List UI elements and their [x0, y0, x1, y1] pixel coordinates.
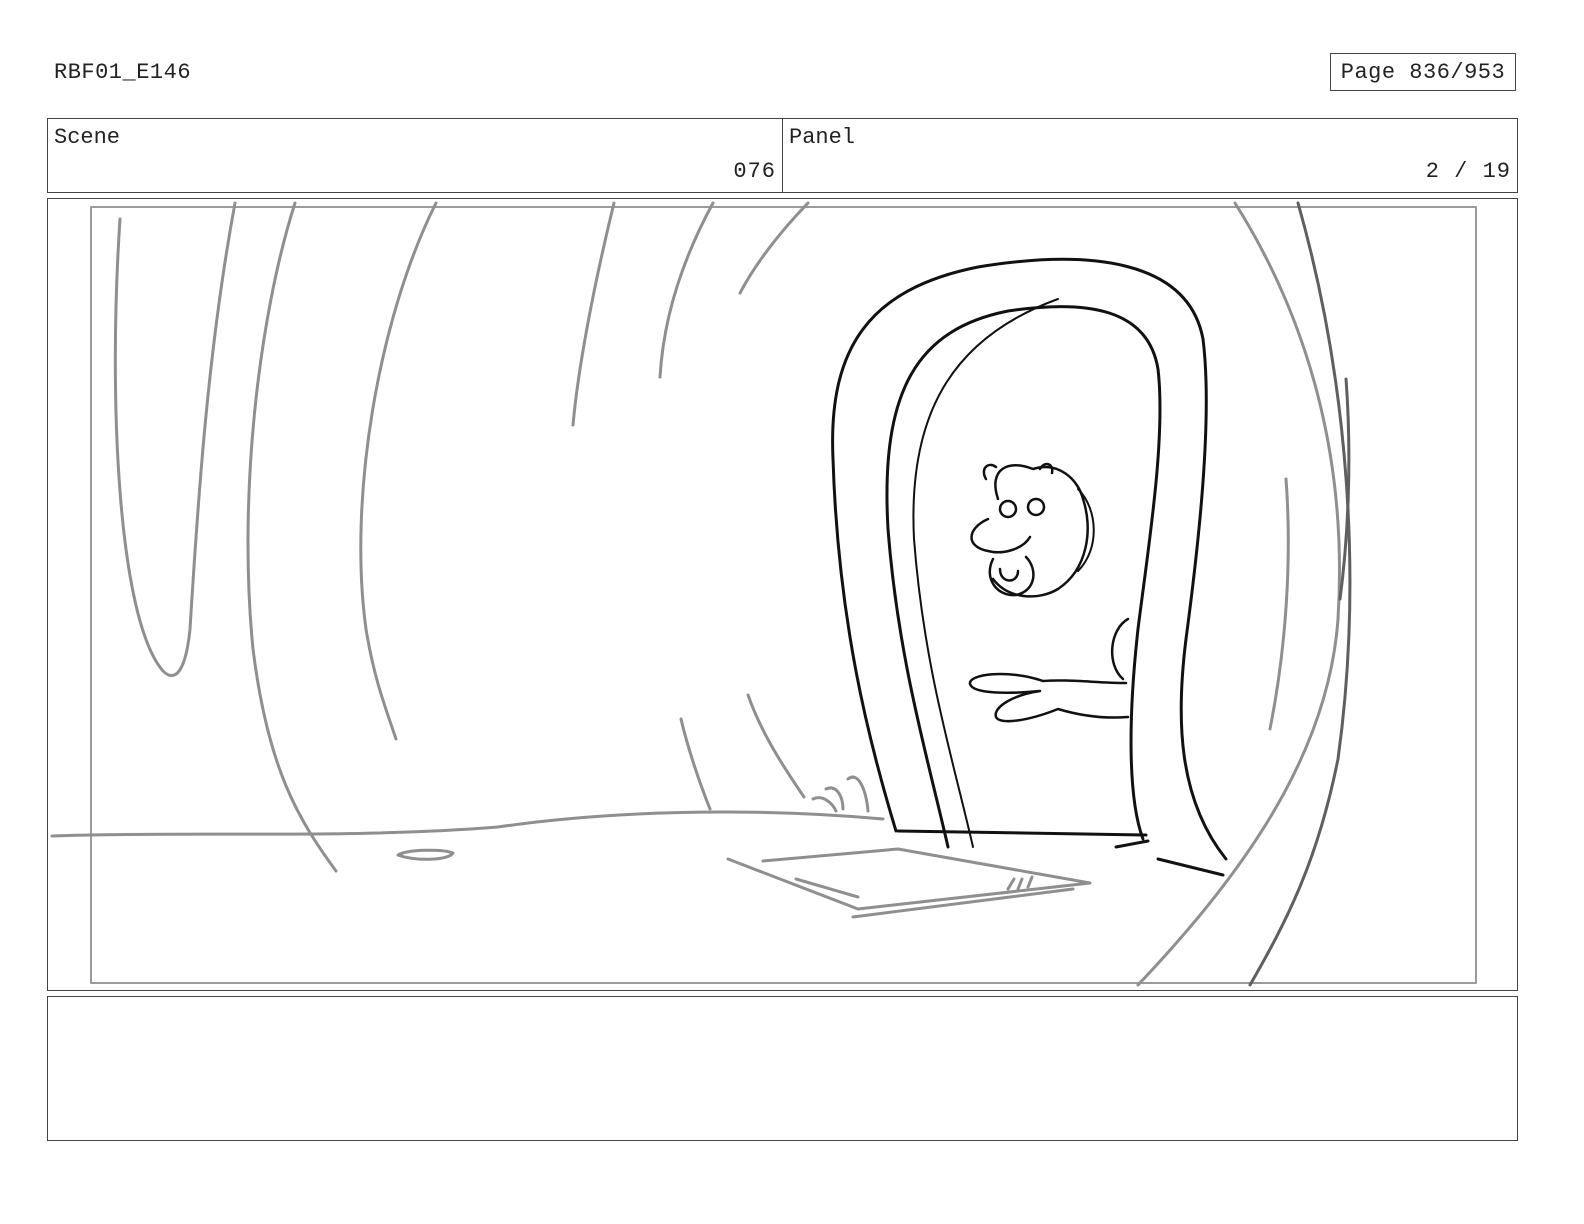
- character-head: [991, 464, 1089, 598]
- door-bottom-right: [1114, 839, 1225, 877]
- panel-cell: Panel 2 / 19: [782, 119, 1517, 192]
- character-shoulder: [1110, 617, 1130, 681]
- character-eye-right: [1026, 497, 1046, 517]
- character-eye-left: [998, 499, 1018, 519]
- character-mouth: [988, 555, 1035, 597]
- trunk-line-8: [746, 693, 806, 799]
- trunk-line-5: [658, 201, 715, 379]
- character-tongue: [998, 567, 1020, 582]
- trunk-line-6: [738, 201, 810, 295]
- document-code: RBF01_E146: [54, 60, 192, 85]
- scene-number: 076: [733, 159, 776, 184]
- doormat-bottom: [851, 887, 1075, 919]
- storyboard-panel: [47, 198, 1518, 991]
- trunk-line-4: [571, 201, 616, 427]
- character-ear-left: [982, 463, 998, 481]
- character-cheek: [1077, 488, 1095, 572]
- safe-frame: [90, 206, 1477, 984]
- trunk-line-2: [246, 201, 338, 873]
- character-arm: [968, 672, 1130, 723]
- scene-cell: Scene 076: [48, 119, 782, 192]
- right-trunk-outer: [1136, 201, 1342, 987]
- right-trunk-edge: [1248, 201, 1352, 987]
- storyboard-sketch: [50, 201, 1477, 987]
- trunk-line-3: [359, 201, 438, 741]
- right-trunk-inner: [1268, 477, 1290, 731]
- page-indicator: Page 836/953: [1330, 53, 1516, 91]
- character-snout: [970, 517, 1032, 554]
- trunk-line-7: [679, 717, 712, 811]
- doormat-top: [726, 847, 1092, 911]
- left-trunk-line: [113, 201, 237, 678]
- foreground-trunk-lines: [1248, 201, 1352, 987]
- scene-panel-header: Scene 076 Panel 2 / 19: [47, 118, 1518, 193]
- ground-line: [50, 810, 885, 838]
- tree-doorway: [831, 257, 1228, 877]
- door-inner-arch: [885, 305, 1162, 849]
- character-sketch: [968, 462, 1130, 723]
- panel-label: Panel: [789, 125, 856, 150]
- panel-notes-box: [47, 996, 1518, 1141]
- right-trunk-stroke: [1338, 377, 1351, 601]
- background-sketch-lines: [50, 201, 1342, 987]
- grass-tuft: [811, 775, 870, 813]
- door-inner-rim: [912, 298, 1059, 848]
- panel-number: 2 / 19: [1425, 159, 1511, 184]
- door-threshold: [896, 829, 1148, 837]
- scene-label: Scene: [54, 125, 121, 150]
- pebble: [396, 848, 455, 861]
